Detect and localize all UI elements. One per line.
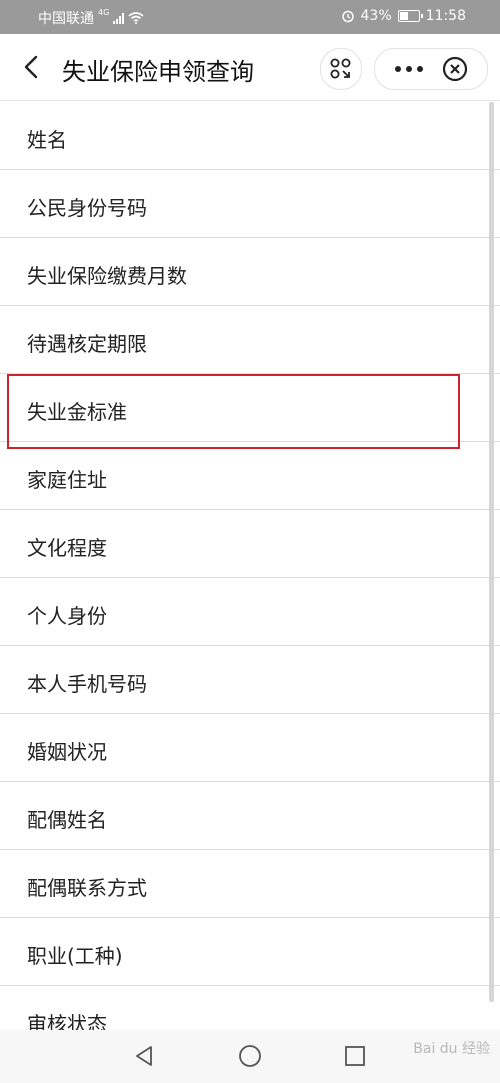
item-label: 个人身份 [27,604,107,628]
list-item-home-address[interactable]: 家庭住址 [0,442,500,510]
carrier-label: 中国联通 [38,11,94,27]
close-button[interactable] [441,55,469,83]
status-bar: 中国联通 4G 43% 11:58 [0,0,500,34]
status-left: 中国联通 4G [38,8,144,28]
item-label: 职业(工种) [27,944,123,968]
list-item-phone[interactable]: 本人手机号码 [0,646,500,714]
list-item-contribution-months[interactable]: 失业保险缴费月数 [0,238,500,306]
item-label: 配偶联系方式 [27,876,147,900]
item-label: 文化程度 [27,536,107,560]
list-item-occupation[interactable]: 职业(工种) [0,918,500,986]
more-icon [395,66,423,72]
close-circle-icon [442,56,468,82]
back-icon[interactable] [18,52,48,82]
item-label: 失业金标准 [27,400,127,424]
mini-program-capsule [374,48,488,90]
scrollbar[interactable] [489,102,494,1002]
nav-recent-icon[interactable] [344,1045,366,1067]
more-button[interactable] [389,49,429,89]
list-item-personal-status[interactable]: 个人身份 [0,578,500,646]
item-label: 姓名 [27,128,67,152]
list-item-id-number[interactable]: 公民身份号码 [0,170,500,238]
item-label: 本人手机号码 [27,672,147,696]
alarm-icon [341,10,354,23]
network-type: 4G [98,7,110,17]
signal-icon [113,12,125,24]
status-right: 43% 11:58 [341,8,466,24]
field-list: 姓名 公民身份号码 失业保险缴费月数 待遇核定期限 失业金标准 家庭住址 文化程… [0,102,500,1054]
scan-icon [330,58,351,79]
list-item-benefit-standard[interactable]: 失业金标准 [0,374,500,442]
app-header: 失业保险申领查询 [0,34,500,101]
list-item-spouse-contact[interactable]: 配偶联系方式 [0,850,500,918]
item-label: 待遇核定期限 [27,332,147,356]
wifi-icon [128,12,144,24]
battery-percent: 43% [360,8,392,24]
clock: 11:58 [425,8,466,24]
list-item-education[interactable]: 文化程度 [0,510,500,578]
item-label: 配偶姓名 [27,808,107,832]
item-label: 失业保险缴费月数 [27,264,187,288]
item-label: 婚姻状况 [27,740,107,764]
battery-icon [397,10,423,22]
list-item-benefit-period[interactable]: 待遇核定期限 [0,306,500,374]
nav-home-icon[interactable] [238,1044,262,1068]
list-item-marital-status[interactable]: 婚姻状况 [0,714,500,782]
page-title: 失业保险申领查询 [62,58,254,86]
list-item-spouse-name[interactable]: 配偶姓名 [0,782,500,850]
item-label: 公民身份号码 [27,196,147,220]
list-item-name[interactable]: 姓名 [0,102,500,170]
watermark-logo: Bai du 经验 [413,1041,490,1057]
item-label: 家庭住址 [27,468,107,492]
scan-button[interactable] [320,48,362,90]
nav-back-icon[interactable] [132,1044,156,1068]
